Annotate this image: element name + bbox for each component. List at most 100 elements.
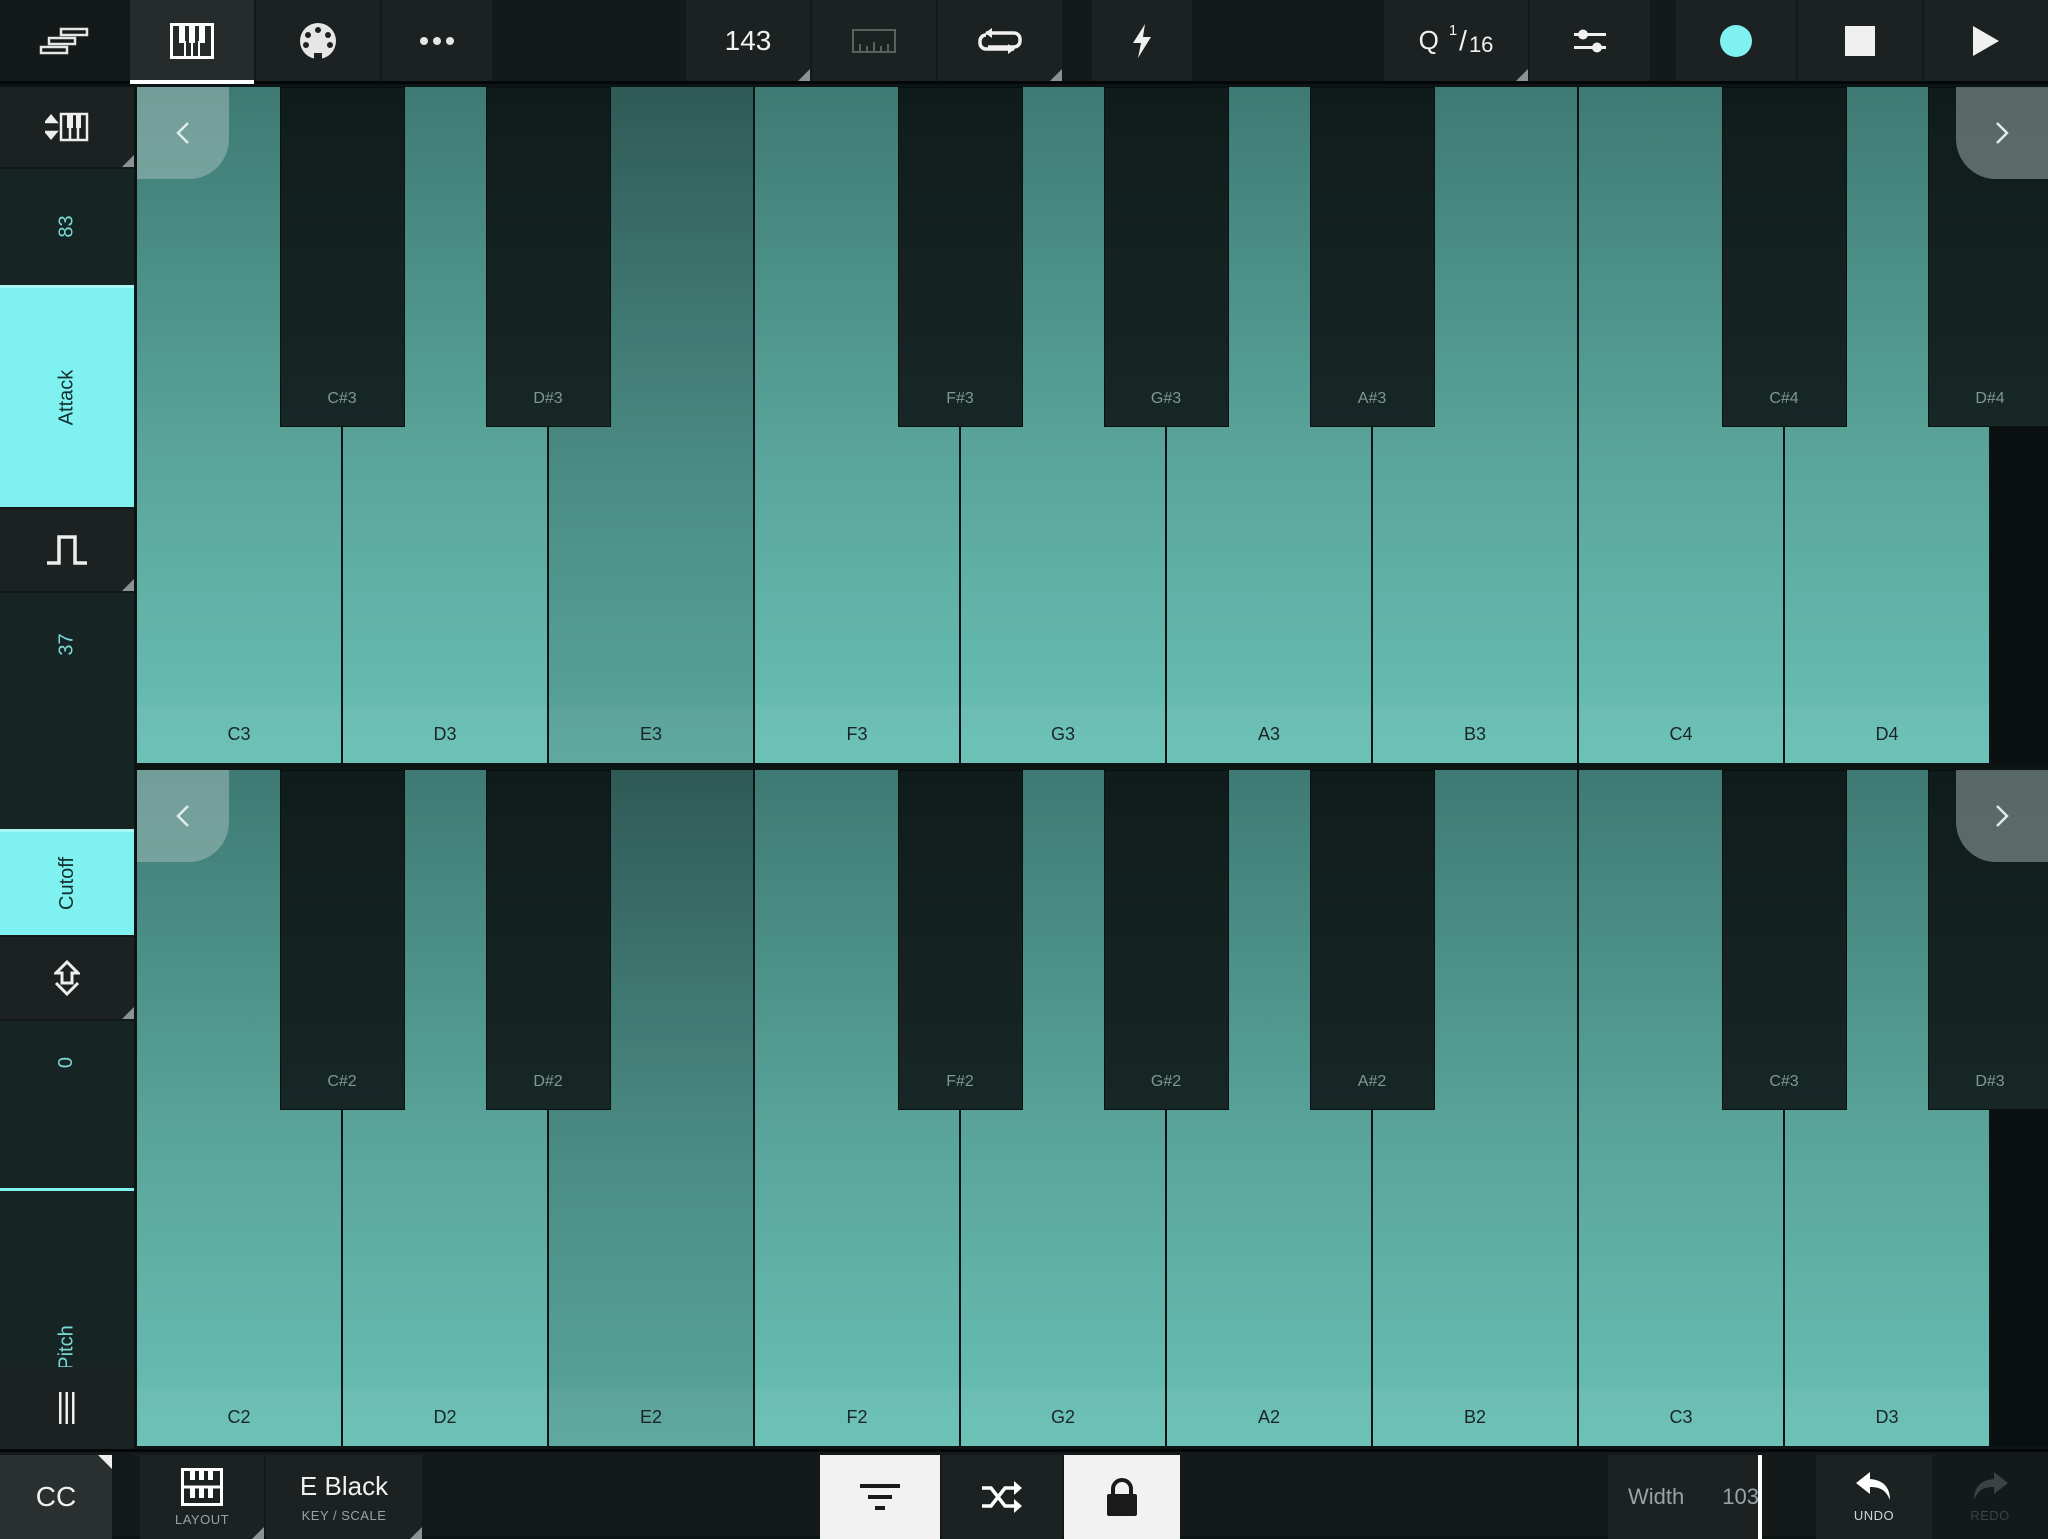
white-key-label: C4 [1579,705,1783,763]
white-key-label: C3 [1579,1388,1783,1446]
keyboard-upper: C3D3E3F3G3A3B3C4D4C#3D#3F#3G#3A#3C#4D#4 [137,87,2048,763]
octave-shift-icon [45,112,89,142]
octave-up-button[interactable] [1956,770,2048,862]
pitch-center-line [0,1188,134,1191]
layout-grid-keys-icon [181,1468,223,1506]
record-button[interactable] [1676,0,1796,81]
layout-label: LAYOUT [175,1512,229,1527]
white-key-label: G3 [961,705,1165,763]
lightning-icon [1131,24,1153,58]
ruler-metronome-icon [852,29,896,53]
octave-down-button[interactable] [137,770,229,862]
filter-button[interactable] [820,1455,940,1539]
redo-label: REDO [1970,1508,2010,1523]
cutoff-slider-fill[interactable]: Cutoff [0,829,134,935]
stop-icon [1845,26,1875,56]
cc-corner-marker [98,1455,112,1469]
layout-button[interactable]: LAYOUT [140,1455,264,1539]
white-key-label: E3 [549,705,753,763]
white-key-label: B3 [1373,705,1577,763]
tempo-button[interactable]: 143 [686,0,810,81]
metronome-button[interactable] [812,0,936,81]
black-key[interactable]: F#2 [898,770,1023,1110]
key-value: E Black [300,1471,388,1502]
quantize-denominator: 16 [1469,32,1493,58]
redo-button[interactable]: REDO [1932,1455,2048,1539]
cutoff-slider[interactable]: 37 [0,593,134,829]
white-key-label: B2 [1373,1388,1577,1446]
play-button[interactable] [1924,0,2048,81]
black-key[interactable]: C#4 [1722,87,1847,427]
piano-keys-icon [170,23,214,59]
black-key[interactable]: D#3 [486,87,611,427]
undo-button[interactable]: UNDO [1816,1455,1932,1539]
loop-icon [978,27,1022,55]
loop-button[interactable] [938,0,1062,81]
black-key[interactable]: C#3 [1722,770,1847,1110]
tab-midi[interactable] [256,0,380,81]
black-key[interactable]: D#2 [486,770,611,1110]
more-dots-icon [419,36,455,46]
octave-up-button[interactable] [1956,87,2048,179]
octave-down-button[interactable] [137,87,229,179]
cc-button[interactable]: CC [0,1455,112,1539]
key-scale-button[interactable]: E Black KEY / SCALE [266,1455,422,1539]
quantize-numerator: 1 [1449,22,1457,39]
attack-slider-fill[interactable]: Attack [0,285,134,507]
tempo-value: 143 [725,25,772,57]
lock-icon [1106,1478,1138,1516]
white-key-label: C3 [137,705,341,763]
keyboard-octave-button[interactable] [0,87,134,167]
white-key-label: D3 [343,705,547,763]
white-key-label: G2 [961,1388,1165,1446]
sequencer-menu-button[interactable] [0,0,128,81]
gate-mode-button[interactable] [0,509,134,591]
cc-label: CC [36,1481,76,1513]
white-key-label: F3 [755,705,959,763]
sequencer-menu-icon [39,27,89,55]
square-wave-icon [45,535,89,565]
grip-bars-icon [59,1392,75,1424]
black-key[interactable]: F#3 [898,87,1023,427]
key-scale-label: KEY / SCALE [302,1508,387,1523]
undo-label: UNDO [1854,1508,1894,1523]
routing-toggle-button[interactable] [1530,0,1650,81]
keyboard-lower: C2D2E2F2G2A2B2C3D3C#2D#2F#2G#2A#2C#3D#3 [137,770,2048,1446]
black-key[interactable]: C#2 [280,770,405,1110]
record-icon [1719,24,1753,58]
white-key-label: A3 [1167,705,1371,763]
white-key-label: D4 [1785,705,1989,763]
quantize-prefix: Q [1419,25,1439,56]
quick-action-button[interactable] [1092,0,1192,81]
pitch-mode-button[interactable] [0,937,134,1019]
tab-more[interactable] [382,0,492,81]
black-key[interactable]: G#3 [1104,87,1229,427]
stop-button[interactable] [1798,0,1922,81]
bottom-toolbar: CC LAYOUT E Black KEY / SCALE Width 103 … [0,1449,2048,1536]
white-key-label: C2 [137,1388,341,1446]
quantize-button[interactable]: Q 1 / 16 [1384,0,1528,81]
lock-button[interactable] [1064,1455,1180,1539]
width-label: Width [1628,1484,1684,1510]
shuffle-button[interactable] [942,1455,1062,1539]
sidebar-grip[interactable] [0,1367,134,1449]
cutoff-value: 37 [56,633,79,655]
cc-sidebar: 83 Attack 37 Cutoff 0 Pitch [0,87,134,1449]
white-key-label: A2 [1167,1388,1371,1446]
width-slider[interactable]: Width 103 [1608,1455,1762,1539]
white-key-label: D3 [1785,1388,1989,1446]
filter-lines-icon [860,1484,900,1510]
black-key[interactable]: C#3 [280,87,405,427]
undo-arrow-icon [1856,1472,1892,1502]
play-icon [1973,26,1999,56]
chevron-left-icon [176,804,190,828]
white-key-label: F2 [755,1388,959,1446]
black-key[interactable]: A#2 [1310,770,1435,1110]
pitch-updown-icon [54,960,80,996]
tab-keyboard[interactable] [130,0,254,81]
black-key[interactable]: A#3 [1310,87,1435,427]
black-key[interactable]: G#2 [1104,770,1229,1110]
attack-value: 83 [56,215,79,237]
midi-port-icon [298,21,338,61]
width-slider-handle[interactable] [1758,1455,1762,1539]
